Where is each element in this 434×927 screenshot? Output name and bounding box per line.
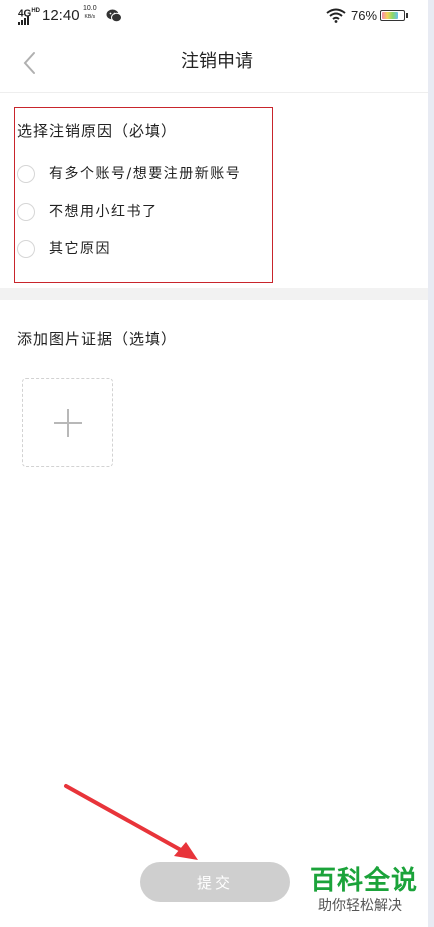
- status-time: 12:40: [42, 7, 80, 24]
- wechat-icon: [106, 9, 122, 23]
- network-speed-unit: KB/s: [84, 14, 96, 20]
- reason-option-multiple-accounts[interactable]: 有多个账号/想要注册新账号: [17, 163, 241, 185]
- battery-percent: 76%: [351, 8, 378, 23]
- nav-header: 注销申请: [0, 32, 434, 93]
- wifi-icon: [326, 8, 346, 23]
- battery-icon: [380, 10, 405, 21]
- plus-icon-vertical: [67, 409, 69, 437]
- radio-icon[interactable]: [17, 165, 35, 183]
- add-image-button[interactable]: [22, 378, 113, 467]
- signal-icon: [18, 16, 29, 25]
- scroll-edge: [428, 0, 434, 927]
- annotation-arrow-icon: [64, 784, 198, 860]
- network-speed-value: 10.0: [83, 5, 97, 12]
- reason-section-title: 选择注销原因（必填）: [17, 122, 178, 140]
- watermark-brand: 百科全说: [310, 866, 419, 896]
- evidence-section-title: 添加图片证据（选填）: [17, 330, 178, 348]
- status-bar: 4GHD 12:40 10.0 KB/s 76%: [0, 0, 434, 32]
- section-divider: [0, 288, 434, 300]
- reason-option-label: 不想用小红书了: [49, 204, 158, 220]
- radio-icon[interactable]: [17, 203, 35, 221]
- reason-option-other[interactable]: 其它原因: [17, 238, 111, 260]
- page-title: 注销申请: [181, 51, 253, 72]
- submit-button[interactable]: 提交: [140, 862, 290, 902]
- radio-icon[interactable]: [17, 240, 35, 258]
- reason-option-stop-using[interactable]: 不想用小红书了: [17, 201, 158, 223]
- network-speed: 10.0 KB/s: [83, 5, 97, 21]
- reason-option-label: 有多个账号/想要注册新账号: [49, 166, 242, 182]
- reason-option-label: 其它原因: [49, 241, 111, 257]
- battery-level: [382, 12, 398, 19]
- network-sup: HD: [31, 8, 41, 14]
- watermark-slogan: 助你轻松解决: [318, 898, 402, 914]
- battery-cap: [406, 13, 408, 18]
